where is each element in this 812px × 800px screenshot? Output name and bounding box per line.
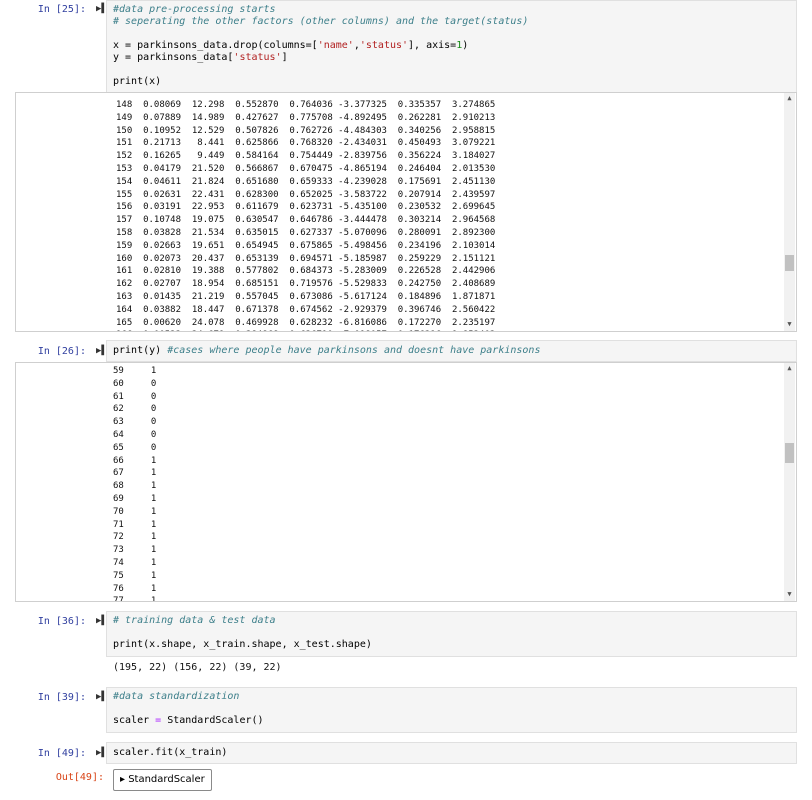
dataframe-row: 150 0.10952 12.529 0.507826 0.762726 -4.… — [116, 125, 496, 136]
code-line-y: y = parkinsons_data['status'] — [113, 52, 288, 63]
code-comment: #data standardization — [113, 691, 240, 702]
scroll-down-icon[interactable]: ▼ — [784, 319, 795, 329]
series-row: 76 1 — [113, 583, 157, 594]
dataframe-row: 152 0.16265 9.449 0.584164 0.754449 -2.8… — [116, 151, 496, 162]
dataframe-row: 149 0.07889 14.989 0.427627 0.775708 -4.… — [116, 112, 496, 123]
dataframe-row: 165 0.00620 24.078 0.469928 0.628232 -6.… — [116, 317, 496, 328]
cell-25-output[interactable]: 148 0.08069 12.298 0.552870 0.764036 -3.… — [15, 92, 797, 332]
series-row: 60 0 — [113, 378, 157, 389]
code-comment: #data pre-processing starts — [113, 4, 276, 15]
dataframe-row: 159 0.02663 19.651 0.654945 0.675865 -5.… — [116, 240, 496, 251]
series-row: 66 1 — [113, 455, 157, 466]
cell-26-output[interactable]: 59 1 60 0 61 0 62 0 63 0 64 0 65 0 66 1 67 1 68 1… — [15, 362, 797, 602]
series-row: 74 1 — [113, 557, 157, 568]
code-comment: # training data & test data — [113, 615, 276, 626]
series-row: 62 0 — [113, 404, 157, 415]
code-line-fit: scaler.fit(x_train) — [113, 747, 228, 758]
cell-39-prompt: In [39]: — [37, 692, 86, 703]
dataframe-row: 161 0.02810 19.388 0.577802 0.684373 -5.… — [116, 266, 496, 277]
dataframe-row: 151 0.21713 8.441 0.625866 0.768320 -2.4… — [116, 138, 496, 149]
dataframe-row: 154 0.04611 21.824 0.651680 0.659333 -4.… — [116, 176, 496, 187]
series-row: 59 1 — [113, 366, 157, 376]
code-line-print-shape: print(x.shape, x_train.shape, x_test.sha… — [113, 639, 372, 650]
series-row: 72 1 — [113, 532, 157, 543]
cell-49-out-prompt: Out[49]: — [55, 772, 104, 783]
series-row: 65 0 — [113, 442, 157, 453]
series-row: 77 1 — [113, 596, 157, 602]
scrollbar-thumb[interactable] — [785, 255, 794, 271]
cell-36-prompt: In [36]: — [37, 616, 86, 627]
output-scrollbar[interactable]: ▲ ▼ — [784, 93, 795, 331]
dataframe-row: 164 0.03882 18.447 0.671378 0.674562 -2.… — [116, 304, 496, 315]
scrollbar-thumb[interactable] — [785, 443, 794, 463]
scroll-up-icon[interactable]: ▲ — [784, 363, 795, 373]
code-line-scaler: scaler = StandardScaler() — [113, 715, 264, 726]
series-row: 63 0 — [113, 417, 157, 428]
code-line-x: x = parkinsons_data.drop(columns=['name'… — [113, 40, 469, 51]
cell-49-prompt: In [49]: — [37, 748, 86, 759]
dataframe-row: 158 0.03828 21.534 0.635015 0.627337 -5.… — [116, 227, 496, 238]
standardscaler-repr-button[interactable]: ▸ StandardScaler — [113, 769, 212, 791]
series-row: 61 0 — [113, 391, 157, 402]
code-line-print-y: print(y) #cases where people have parkin… — [113, 345, 541, 356]
output-scrollbar[interactable]: ▲ ▼ — [784, 363, 795, 601]
dataframe-row: 156 0.03191 22.953 0.611679 0.623731 -5.… — [116, 202, 496, 213]
cell-36-output: (195, 22) (156, 22) (39, 22) — [113, 662, 282, 673]
series-row: 71 1 — [113, 519, 157, 530]
series-row: 64 0 — [113, 429, 157, 440]
code-line-print: print(x) — [113, 76, 162, 87]
cell-25-prompt: In [25]: — [37, 4, 86, 15]
series-row: 75 1 — [113, 570, 157, 581]
cell-26-prompt: In [26]: — [37, 346, 86, 357]
scroll-up-icon[interactable]: ▲ — [784, 93, 795, 103]
dataframe-row: 162 0.02707 18.954 0.685151 0.719576 -5.… — [116, 279, 496, 290]
dataframe-row: 155 0.02631 22.431 0.628300 0.652025 -3.… — [116, 189, 496, 200]
series-row: 70 1 — [113, 506, 157, 517]
series-row: 67 1 — [113, 468, 157, 479]
dataframe-row: 166 0.00533 24.679 0.384868 0.626710 -7.… — [116, 329, 495, 331]
dataframe-row: 160 0.02073 20.437 0.653139 0.694571 -5.… — [116, 253, 496, 264]
dataframe-row: 163 0.01435 21.219 0.557045 0.673086 -5.… — [116, 291, 496, 302]
series-row: 73 1 — [113, 545, 157, 556]
scroll-down-icon[interactable]: ▼ — [784, 589, 795, 599]
dataframe-row: 148 0.08069 12.298 0.552870 0.764036 -3.… — [116, 100, 496, 110]
series-row: 69 1 — [113, 493, 157, 504]
output-dataframe: 148 0.08069 12.298 0.552870 0.764036 -3.… — [116, 99, 496, 331]
output-series: 59 1 60 0 61 0 62 0 63 0 64 0 65 0 66 1 67 1 68 1… — [113, 365, 157, 602]
dataframe-row: 157 0.10748 19.075 0.630547 0.646786 -3.… — [116, 215, 496, 226]
series-row: 68 1 — [113, 481, 157, 492]
code-comment: # seperating the other factors (other co… — [113, 16, 529, 27]
dataframe-row: 153 0.04179 21.520 0.566867 0.670475 -4.… — [116, 163, 496, 174]
